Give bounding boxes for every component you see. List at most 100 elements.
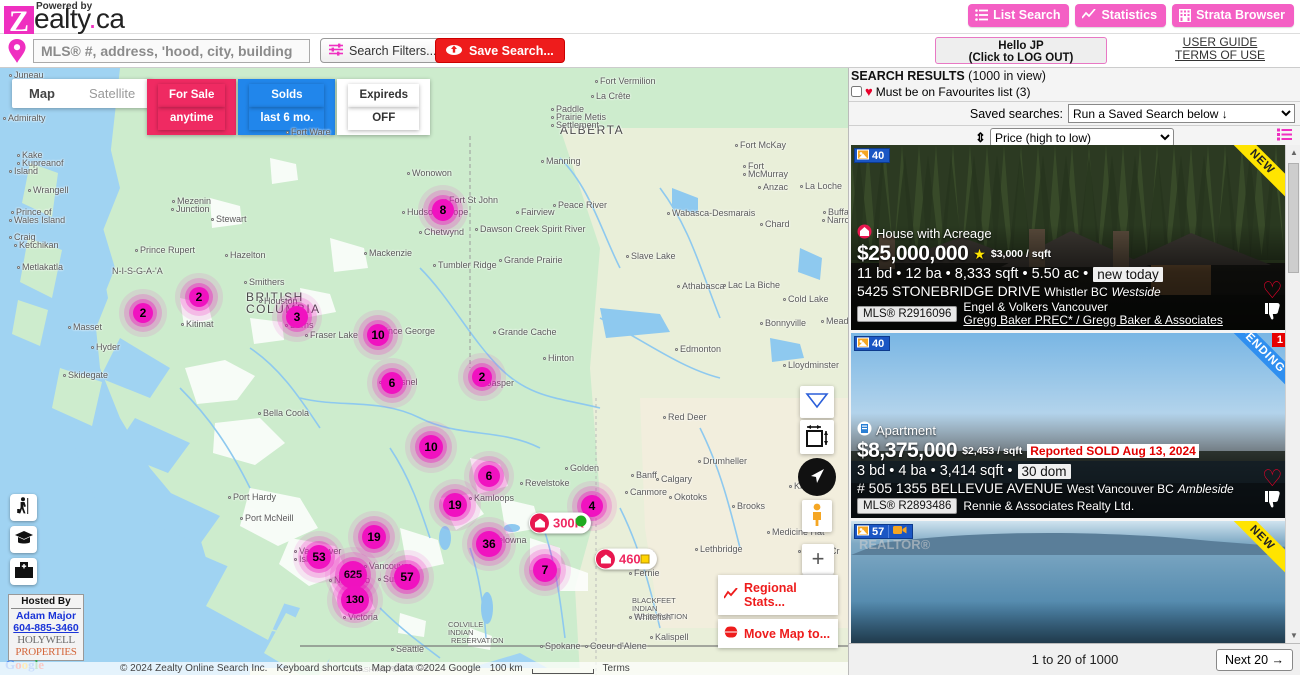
pegman-button[interactable] — [802, 500, 832, 532]
map-city-dot — [800, 185, 803, 188]
zealty-logo[interactable]: Zealty.ca — [4, 0, 124, 34]
map-city-label: Grande Cache — [498, 327, 557, 337]
keyboard-shortcuts-link[interactable]: Keyboard shortcuts — [276, 663, 362, 674]
scroll-thumb[interactable] — [1288, 163, 1299, 273]
map-cluster-marker[interactable]: 7 — [533, 558, 557, 582]
map-cluster-marker[interactable]: 10 — [419, 435, 443, 459]
map-cluster-marker[interactable]: 10 — [367, 324, 389, 346]
map-highlight-dot[interactable] — [641, 555, 650, 564]
map-cluster-marker[interactable]: 2 — [189, 287, 209, 307]
next-page-button[interactable]: Next 20 → — [1216, 649, 1293, 671]
map-cluster-marker[interactable]: 57 — [394, 564, 420, 590]
for-sale-button[interactable]: For Sale anytime — [147, 79, 236, 135]
listing-specs: 3 bd • 4 ba • 3,414 sqft • — [857, 463, 1013, 479]
search-filters-button[interactable]: Search Filters... — [320, 38, 446, 63]
listing-card[interactable]: REALTOR®57NEWHouse$7,250,000★$1,654 / sq… — [851, 521, 1288, 643]
map-cluster-marker[interactable]: 6 — [381, 372, 403, 394]
list-search-label: List Search — [993, 8, 1060, 22]
saved-searches-select[interactable]: Run a Saved Search below ↓ — [1068, 104, 1295, 123]
favourites-checkbox[interactable] — [851, 86, 862, 97]
photo-count-badge[interactable]: 40 — [854, 336, 890, 351]
map-city-dot — [9, 170, 12, 173]
map-type-satellite[interactable]: Satellite — [72, 79, 152, 108]
map-city-dot — [743, 165, 746, 168]
map-city-dot — [286, 131, 289, 134]
for-sale-line2: anytime — [158, 107, 225, 130]
listing-agent-link[interactable]: Gregg Baker PREC* / Gregg Baker & Associ… — [963, 313, 1222, 327]
move-map-button[interactable]: Move Map to... — [718, 619, 838, 648]
map-city-dot — [285, 324, 288, 327]
terms-of-use-link[interactable]: TERMS OF USE — [1175, 49, 1265, 62]
map-cluster-marker[interactable]: 130 — [341, 586, 369, 614]
map-city-label: La Loche — [805, 181, 842, 191]
map-city-dot — [540, 645, 543, 648]
listing-actions: ♡ — [1262, 468, 1284, 512]
map-cluster-marker[interactable]: 36 — [476, 531, 502, 557]
map-cluster-marker[interactable]: 2 — [472, 367, 492, 387]
search-input[interactable] — [33, 39, 310, 63]
logout-button[interactable]: Hello JP (Click to LOG OUT) — [935, 37, 1107, 64]
thumbs-down-icon[interactable] — [1262, 489, 1284, 512]
photo-count-badge[interactable]: 40 — [854, 148, 890, 163]
host-phone[interactable]: 604-885-3460 — [11, 622, 81, 634]
photo-count-badge[interactable]: 57 — [854, 524, 913, 539]
hospital-icon-button[interactable] — [10, 558, 37, 585]
map-city-label: Skidegate — [68, 370, 108, 380]
map-city-label: Chard — [765, 219, 790, 229]
map-cluster-marker[interactable]: 625 — [339, 561, 367, 589]
map-terms-link[interactable]: Terms — [603, 663, 630, 674]
listing-card[interactable]: 40PENDING1Apartment$8,375,000$2,453 / sq… — [851, 333, 1288, 518]
save-search-button[interactable]: Save Search... — [435, 38, 565, 63]
updown-arrow-icon[interactable]: ⇕ — [975, 130, 986, 146]
map-city-dot — [9, 74, 12, 77]
locate-button[interactable] — [798, 458, 836, 496]
school-icon-button[interactable] — [10, 526, 37, 553]
map-cluster-marker[interactable]: 3 — [286, 306, 308, 328]
scroll-down-icon[interactable]: ▼ — [1290, 631, 1298, 640]
map-pin-icon[interactable] — [4, 38, 30, 64]
draw-polygon-button[interactable] — [800, 386, 834, 418]
expireds-button[interactable]: Expireds OFF — [337, 79, 430, 135]
map-cluster-marker[interactable]: 2 — [133, 303, 153, 323]
regional-stats-label: Regional Stats... — [744, 581, 832, 609]
listing-info: House with Acreage$25,000,000★$3,000 / s… — [857, 224, 1252, 326]
map-sold-dot[interactable] — [576, 516, 587, 527]
move-map-label: Move Map to... — [744, 627, 830, 641]
listing-mls-number: MLS® R2916096 — [857, 306, 957, 322]
globe-icon — [724, 625, 738, 642]
list-view-icon[interactable] — [1277, 128, 1292, 144]
hiker-icon — [14, 496, 34, 519]
favourite-icon[interactable]: ♡ — [1262, 280, 1284, 300]
statistics-button[interactable]: Statistics — [1075, 4, 1166, 27]
map-city-dot — [551, 108, 554, 111]
map-cluster-marker[interactable]: 53 — [307, 545, 331, 569]
regional-stats-button[interactable]: Regional Stats... — [718, 575, 838, 615]
zoom-in-button[interactable]: + — [802, 544, 834, 574]
strata-browser-button[interactable]: Strata Browser — [1172, 4, 1294, 27]
map-city-dot — [181, 323, 184, 326]
listing-address-row: # 505 1355 BELLEVUE AVENUE West Vancouve… — [857, 480, 1252, 496]
listing-card-list[interactable]: 40NEWHouse with Acreage$25,000,000★$3,00… — [849, 145, 1300, 643]
map-cluster-marker[interactable]: 19 — [443, 493, 467, 517]
map-cluster-marker[interactable]: 19 — [362, 525, 386, 549]
map-city-dot — [565, 467, 568, 470]
listing-specs: 11 bd • 12 ba • 8,333 sqft • 5.50 ac • — [857, 266, 1088, 282]
map-city-dot — [698, 460, 701, 463]
map-type-map[interactable]: Map — [12, 79, 72, 108]
map-canvas[interactable]: Map Satellite For Sale anytime Solds las… — [0, 68, 848, 675]
measure-button[interactable] — [800, 420, 834, 454]
listing-card[interactable]: 40NEWHouse with Acreage$25,000,000★$3,00… — [851, 145, 1288, 330]
map-city-label: Port Hardy — [233, 492, 276, 502]
listing-price-row: $8,375,000$2,453 / sqftReported SOLD Aug… — [857, 440, 1252, 462]
map-cluster-marker[interactable]: 8 — [432, 199, 454, 221]
map-city-dot — [244, 281, 247, 284]
list-search-button[interactable]: List Search — [968, 4, 1069, 27]
map-city-label: Hyder — [96, 342, 120, 352]
map-city-label: Fairview — [521, 207, 555, 217]
thumbs-down-icon[interactable] — [1262, 301, 1284, 324]
map-cluster-marker[interactable]: 6 — [478, 465, 500, 487]
results-scrollbar[interactable]: ▲ ▼ — [1285, 145, 1300, 643]
scroll-up-icon[interactable]: ▲ — [1290, 148, 1298, 157]
hiker-icon-button[interactable] — [10, 494, 37, 521]
favourite-icon[interactable]: ♡ — [1262, 468, 1284, 488]
